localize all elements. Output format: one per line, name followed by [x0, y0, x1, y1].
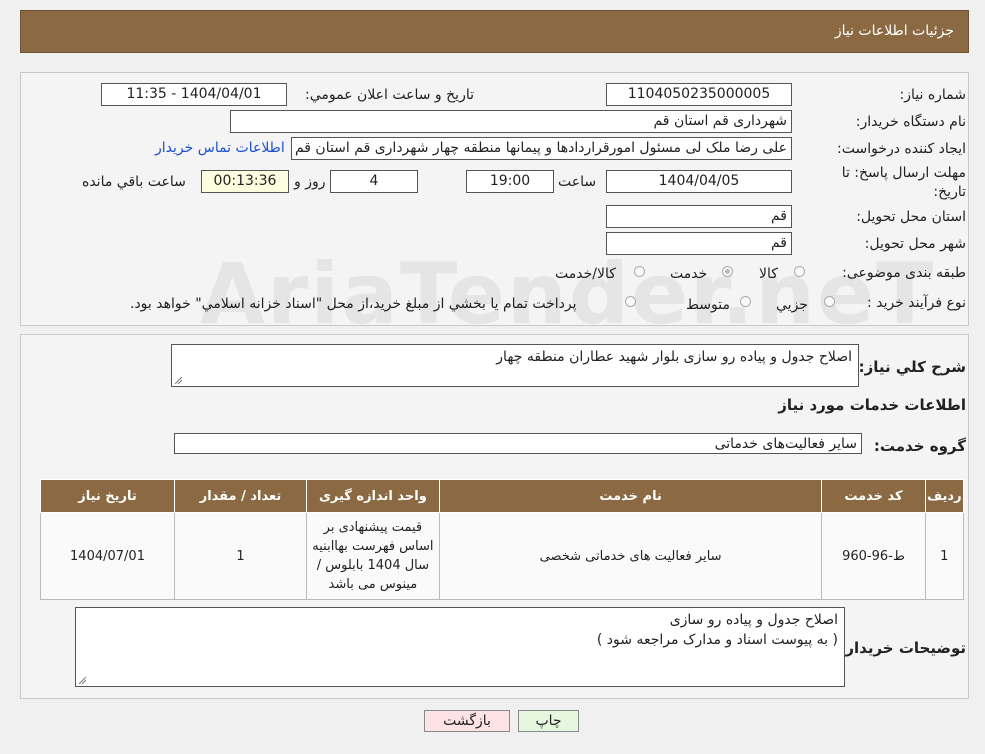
description-label: شرح کلي نياز:	[858, 358, 966, 376]
cell-unit: قیمت پیشنهادی بر اساس فهرست بهاابنیه سال…	[305, 512, 440, 600]
treasury-note: پرداخت تمام يا بخشي از مبلغ خريد،از محل …	[130, 296, 577, 312]
description-textarea[interactable]: اصلاح جدول و پیاده رو سازی بلوار شهید عط…	[171, 344, 859, 387]
remaining-time-field: 00:13:36	[201, 170, 289, 193]
province-label: استان محل تحويل:	[856, 209, 966, 225]
process-label: نوع فرآيند خريد :	[867, 295, 966, 311]
city-field: قم	[606, 232, 792, 255]
requester-field: علی رضا ملک لی مسئول امورقراردادها و پیم…	[291, 137, 792, 160]
category-option-goods-service: کالا/خدمت	[555, 266, 616, 282]
days-and-label: روز و	[294, 174, 326, 190]
city-label: شهر محل تحويل:	[864, 236, 966, 252]
resize-grip-icon[interactable]	[175, 377, 182, 384]
requester-label: ايجاد کننده درخواست:	[837, 141, 966, 157]
buyer-org-label: نام دستگاه خريدار:	[855, 114, 966, 130]
watermark: AriaTender.neT	[200, 245, 936, 343]
announce-datetime-field: 1404/04/01 - 11:35	[101, 83, 287, 106]
table-row: 1 ط-96-960 ساير فعاليت هاى خدماتى شخصى ق…	[39, 512, 965, 600]
buyer-notes-label: توضيحات خريدار:	[839, 639, 966, 657]
service-group-field: ساير فعاليت‌هاى خدماتى	[174, 433, 862, 454]
process-radio-minor[interactable]	[824, 296, 835, 307]
remaining-label: ساعت باقي مانده	[82, 174, 186, 190]
category-label: طبقه بندی موضوعی:	[842, 265, 966, 281]
print-button[interactable]: چاپ	[518, 710, 579, 732]
col-unit-header: واحد اندازه گيری	[305, 479, 440, 513]
col-name-header: نام خدمت	[438, 479, 823, 513]
buyer-notes-textarea[interactable]: اصلاح جدول و پیاده رو سازی ( به پیوست اس…	[75, 607, 845, 687]
announce-datetime-label: تاریخ و ساعت اعلان عمومي:	[305, 87, 474, 103]
category-radio-goods-service[interactable]	[634, 266, 645, 277]
cell-name: ساير فعاليت هاى خدماتى شخصى	[438, 512, 823, 600]
days-field: 4	[330, 170, 418, 193]
col-date-header: تاريخ نياز	[39, 479, 176, 513]
col-code-header: کد خدمت	[821, 479, 926, 513]
need-number-field: 1104050235000005	[606, 83, 792, 106]
page-header: جزئیات اطلاعات نیاز	[20, 10, 969, 53]
buyer-notes-line-1: اصلاح جدول و پیاده رو سازی	[669, 612, 838, 628]
buyer-notes-line-2: ( به پیوست اسناد و مدارک مراجعه شود )	[596, 632, 838, 648]
buyer-contact-link[interactable]: اطلاعات تماس خريدار	[155, 140, 285, 156]
table-header-row: رديف کد خدمت نام خدمت واحد اندازه گيری ت…	[39, 479, 965, 513]
cell-date: 1404/07/01	[39, 512, 176, 600]
resize-grip-icon[interactable]	[79, 677, 86, 684]
cell-row: 1	[924, 512, 965, 600]
col-qty-header: تعداد / مقدار	[174, 479, 307, 513]
time-label: ساعت	[558, 174, 597, 190]
col-row-header: رديف	[924, 479, 965, 513]
process-option-minor: جزيي	[776, 297, 808, 313]
category-option-service: خدمت	[670, 266, 708, 282]
cell-code: ط-96-960	[821, 512, 926, 600]
deadline-time-field: 19:00	[466, 170, 554, 193]
category-radio-service[interactable]	[722, 266, 733, 277]
service-group-label: گروه خدمت:	[873, 437, 966, 455]
deadline-date-field: 1404/04/05	[606, 170, 792, 193]
description-text: اصلاح جدول و پیاده رو سازی بلوار شهید عط…	[496, 349, 852, 365]
treasury-checkbox[interactable]	[625, 296, 636, 307]
page-title: جزئیات اطلاعات نیاز	[834, 23, 954, 39]
need-number-label: شماره نیاز:	[899, 87, 967, 103]
province-field: قم	[606, 205, 792, 228]
process-radio-medium[interactable]	[740, 296, 751, 307]
services-title: اطلاعات خدمات مورد نياز	[778, 396, 966, 414]
process-option-medium: متوسط	[686, 297, 730, 313]
back-button[interactable]: بازگشت	[424, 710, 510, 732]
services-table: رديف کد خدمت نام خدمت واحد اندازه گيری ت…	[39, 479, 965, 600]
category-option-goods: کالا	[759, 266, 778, 282]
deadline-label: مهلت ارسال پاسخ: تا تاريخ:	[841, 165, 966, 200]
category-radio-goods[interactable]	[794, 266, 805, 277]
cell-qty: 1	[174, 512, 307, 600]
buyer-org-field: شهرداری قم استان قم	[230, 110, 792, 133]
